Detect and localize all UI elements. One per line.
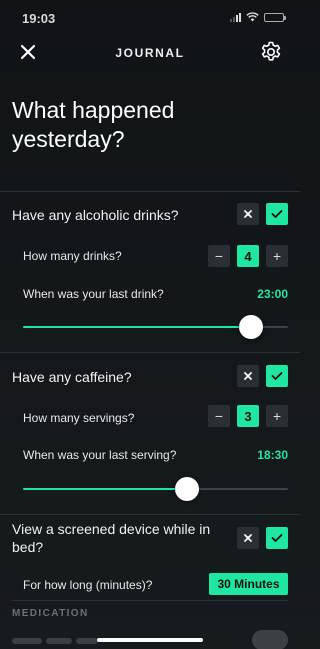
x-icon: [244, 210, 252, 218]
battery-icon: [264, 12, 286, 22]
plus-icon: +: [272, 408, 282, 424]
plus-icon: +: [272, 248, 282, 264]
screen-duration-button[interactable]: 30 Minutes: [209, 573, 288, 595]
screen-device-yes-button[interactable]: [266, 527, 288, 549]
home-indicator[interactable]: [97, 638, 203, 642]
slider-fill: [23, 326, 251, 328]
slider-thumb[interactable]: [175, 477, 200, 501]
servings-decrement-button[interactable]: −: [208, 405, 230, 427]
minus-icon: −: [214, 248, 224, 264]
caffeine-question: Have any caffeine?: [12, 369, 132, 385]
caffeine-yes-button[interactable]: [266, 365, 288, 387]
medication-toggle[interactable]: [252, 630, 288, 649]
divider: [0, 191, 300, 192]
last-drink-label: When was your last drink?: [23, 287, 164, 301]
journal-heading: What happened yesterday?: [12, 97, 175, 152]
slider-fill: [23, 488, 188, 490]
divider: [0, 514, 300, 515]
drinks-increment-button[interactable]: +: [266, 245, 288, 267]
last-serving-label: When was your last serving?: [23, 448, 177, 462]
servings-count-label: How many servings?: [23, 411, 135, 425]
screen-duration-label: For how long (minutes)?: [23, 578, 153, 592]
status-icons: [230, 12, 286, 22]
page-title: JOURNAL: [115, 46, 185, 60]
gear-icon: [261, 41, 281, 61]
alcohol-yes-button[interactable]: [266, 203, 288, 225]
wifi-icon: [246, 12, 259, 22]
screen-device-no-button[interactable]: [237, 527, 259, 549]
slider-thumb[interactable]: [238, 315, 263, 339]
check-icon: [271, 534, 283, 542]
minus-icon: −: [214, 408, 224, 424]
check-icon: [271, 210, 283, 218]
medication-section-header: MEDICATION: [12, 608, 89, 619]
last-drink-time: 23:00: [257, 287, 288, 301]
divider: [0, 352, 300, 353]
caffeine-no-button[interactable]: [237, 365, 259, 387]
alcohol-no-button[interactable]: [237, 203, 259, 225]
servings-count-value: 3: [237, 405, 259, 427]
check-icon: [271, 372, 283, 380]
last-serving-slider[interactable]: [23, 477, 288, 501]
last-drink-slider[interactable]: [23, 315, 288, 339]
alcohol-question: Have any alcoholic drinks?: [12, 207, 179, 223]
status-time: 19:03: [22, 11, 56, 26]
servings-increment-button[interactable]: +: [266, 405, 288, 427]
drinks-decrement-button[interactable]: −: [208, 245, 230, 267]
x-icon: [244, 534, 252, 542]
status-bar: 19:03: [0, 0, 300, 36]
drinks-count-label: How many drinks?: [23, 249, 122, 263]
x-icon: [244, 372, 252, 380]
drinks-count-value: 4: [237, 245, 259, 267]
last-serving-time: 18:30: [257, 448, 288, 462]
screen-device-question: View a screened device while in bed?: [12, 521, 211, 555]
signal-icon: [230, 12, 241, 22]
settings-button[interactable]: [259, 40, 283, 64]
divider: [12, 600, 288, 601]
nav-bar: JOURNAL: [0, 36, 300, 70]
